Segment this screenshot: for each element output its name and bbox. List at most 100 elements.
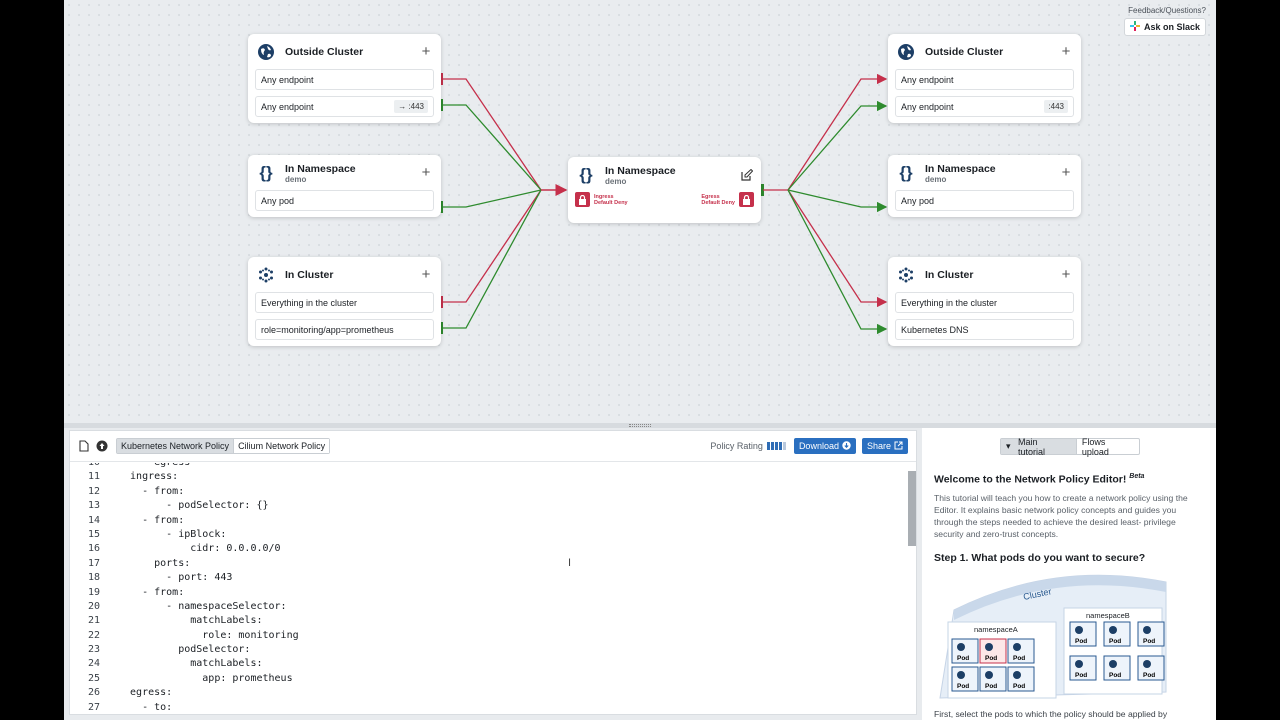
pod-icon: Pod	[1069, 655, 1097, 681]
policy-canvas[interactable]: Outside Cluster + Any endpoint Any endpo…	[64, 0, 1216, 423]
badge-sublabel: Default Deny	[701, 199, 735, 206]
rule-row[interactable]: Everything in the cluster	[255, 292, 434, 313]
pod-label: Pod	[957, 683, 969, 690]
code-line[interactable]: 20 - namespaceSelector:	[70, 600, 908, 614]
center-namespace-card[interactable]: {} In Namespace demo Ingress Default Deny …	[568, 157, 761, 223]
ingress-default-deny-badge[interactable]: Ingress Default Deny	[575, 192, 632, 207]
rule-row[interactable]: Any endpoint	[895, 69, 1074, 90]
external-link-icon	[894, 441, 903, 452]
wire-allow-cluster-prom	[442, 189, 542, 329]
rule-row[interactable]: Any endpoint → :443	[255, 96, 434, 117]
code-line[interactable]: 23 podSelector:	[70, 643, 908, 657]
code-line[interactable]: 18 - port: 443	[70, 571, 908, 585]
pod-icon: Pod	[1103, 621, 1131, 647]
code-line[interactable]: 25 app: prometheus	[70, 672, 908, 686]
port-tag: → :443	[394, 100, 428, 113]
card-title: Outside Cluster	[925, 46, 1004, 58]
feedback-link[interactable]: Feedback/Questions?	[1128, 6, 1206, 15]
pod-icon: Pod	[979, 666, 1007, 692]
egress-default-deny-badge[interactable]: Egress Default Deny	[697, 192, 754, 207]
rule-row[interactable]: Any endpoint:443	[895, 96, 1074, 117]
card-title: In Namespace	[605, 164, 676, 177]
add-rule-button[interactable]: +	[418, 165, 434, 181]
card-title: In Cluster	[925, 269, 974, 281]
rule-label: Kubernetes DNS	[901, 324, 969, 335]
code-line[interactable]: 10 - egress	[70, 463, 908, 470]
code-text: podSelector:	[118, 644, 251, 656]
tutorial-intro: This tutorial will teach you how to crea…	[934, 492, 1188, 539]
splitter-grip[interactable]	[629, 424, 651, 427]
code-line[interactable]: 22 role: monitoring	[70, 629, 908, 643]
rule-label: role=monitoring/app=prometheus	[261, 324, 394, 335]
tab-cilium-network-policy[interactable]: Cilium Network Policy	[233, 439, 330, 453]
pod-label: Pod	[1075, 672, 1087, 679]
line-number: 17	[87, 557, 100, 569]
add-rule-button[interactable]: +	[418, 267, 434, 283]
upload-icon[interactable]	[96, 440, 108, 452]
ask-on-slack-button[interactable]: Ask on Slack	[1123, 18, 1206, 36]
ingress-card-in-cluster[interactable]: In Cluster + Everything in the cluster r…	[248, 257, 441, 346]
rule-row[interactable]: Any pod	[895, 190, 1074, 211]
code-line[interactable]: 12 - from:	[70, 485, 908, 499]
new-file-icon[interactable]	[78, 440, 90, 452]
add-rule-button[interactable]: +	[1058, 44, 1074, 60]
line-number: 21	[87, 615, 100, 627]
pod-icon: Pod	[951, 638, 979, 664]
add-rule-button[interactable]: +	[418, 44, 434, 60]
wire-allow-egress-dns	[787, 189, 888, 335]
beta-tag: Beta	[1129, 473, 1145, 480]
code-line[interactable]: 15 - ipBlock:	[70, 528, 908, 542]
code-line[interactable]: 14 - from:	[70, 514, 908, 528]
tab-flows-upload[interactable]: Flows upload	[1075, 437, 1139, 457]
pod-label: Pod	[1013, 655, 1025, 662]
rule-row[interactable]: Any pod	[255, 190, 434, 211]
line-number: 24	[87, 658, 100, 670]
rule-row[interactable]: Kubernetes DNS	[895, 319, 1074, 340]
rule-label: Everything in the cluster	[261, 297, 358, 308]
tab-main-tutorial[interactable]: ▾ Main tutorial	[1001, 437, 1076, 457]
card-title: In Namespace	[285, 162, 356, 175]
code-text: ingress:	[118, 471, 179, 483]
add-rule-button[interactable]: +	[1058, 165, 1074, 181]
share-button[interactable]: Share	[861, 438, 908, 454]
egress-card-in-namespace[interactable]: {} In Namespace demo + Any pod	[888, 155, 1081, 217]
rule-row[interactable]: Any endpoint	[255, 69, 434, 90]
download-icon	[842, 440, 851, 452]
edit-icon[interactable]	[740, 168, 754, 182]
line-number: 10	[70, 463, 100, 470]
code-line[interactable]: 24 matchLabels:	[70, 657, 908, 671]
cluster-icon	[895, 264, 917, 286]
code-line[interactable]: 16 cidr: 0.0.0.0/0	[70, 542, 908, 556]
download-button[interactable]: Download	[793, 438, 856, 454]
tutorial-title-text: Welcome to the Network Policy Editor!	[934, 473, 1127, 486]
rule-label: Any endpoint	[261, 101, 314, 112]
pod-icon: Pod	[1007, 638, 1035, 664]
add-rule-button[interactable]: +	[1058, 267, 1074, 283]
code-line[interactable]: 17 ports:	[70, 557, 908, 571]
code-text: matchLabels:	[118, 658, 263, 670]
pod-label: Pod	[985, 655, 997, 662]
code-line[interactable]: 26 egress:	[70, 686, 908, 700]
code-line[interactable]: 13 - podSelector: {}	[70, 499, 908, 513]
code-text: egress:	[118, 687, 173, 699]
code-line[interactable]: 21 matchLabels:	[70, 614, 908, 628]
code-line[interactable]: 19 - from:	[70, 586, 908, 600]
line-number: 13	[87, 500, 100, 512]
pod-icon: Pod	[979, 638, 1007, 664]
egress-card-outside-cluster[interactable]: Outside Cluster + Any endpoint Any endpo…	[888, 34, 1081, 123]
pod-icon: Pod	[1007, 666, 1035, 692]
code-line[interactable]: 11 ingress:	[70, 470, 908, 484]
tab-kubernetes-network-policy[interactable]: Kubernetes Network Policy	[117, 439, 234, 453]
rule-row[interactable]: role=monitoring/app=prometheus	[255, 319, 434, 340]
rule-row[interactable]: Everything in the cluster	[895, 292, 1074, 313]
wire-allow-egress-pod	[787, 189, 888, 213]
ingress-card-in-namespace[interactable]: {} In Namespace demo + Any pod	[248, 155, 441, 217]
wire-allow-namespace-pod	[442, 189, 542, 208]
code-line[interactable]: 27 - to:	[70, 701, 908, 715]
yaml-code[interactable]: 10 - egress11 ingress:12 - from:13 - pod…	[70, 463, 908, 716]
code-text: role: monitoring	[118, 629, 299, 641]
ingress-card-outside-cluster[interactable]: Outside Cluster + Any endpoint Any endpo…	[248, 34, 441, 123]
app-window: Outside Cluster + Any endpoint Any endpo…	[64, 0, 1216, 720]
editor-scrollbar[interactable]	[908, 471, 916, 546]
egress-card-in-cluster[interactable]: In Cluster + Everything in the cluster K…	[888, 257, 1081, 346]
